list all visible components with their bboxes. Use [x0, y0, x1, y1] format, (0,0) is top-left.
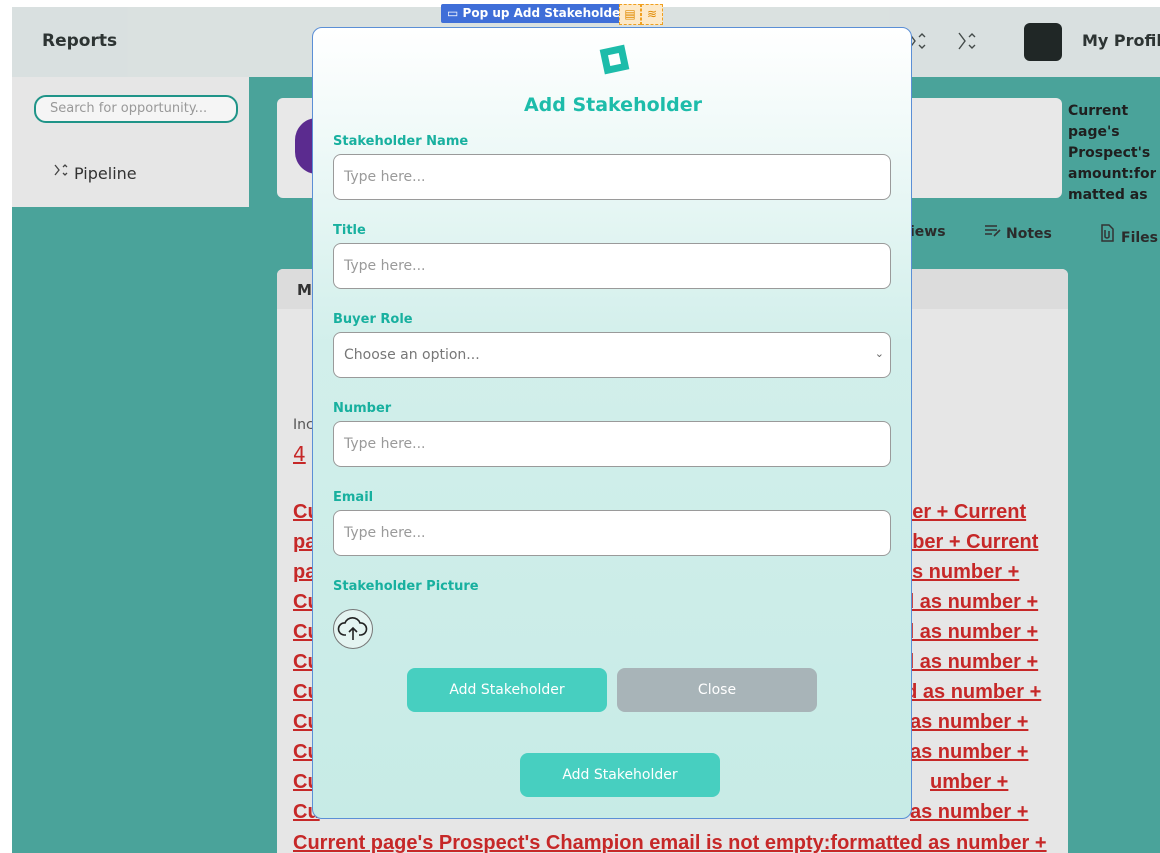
tab-reviews[interactable]: iews	[910, 224, 946, 240]
selection-label-text: Pop up Add Stakeholder...	[462, 6, 639, 20]
tab-notes[interactable]: Notes	[984, 224, 1052, 242]
sidebar: Search for opportunity... Pipeline	[12, 77, 249, 207]
notes-icon	[984, 224, 1006, 242]
panel-field-value[interactable]: 4	[293, 442, 306, 466]
tab-notes-label: Notes	[1006, 226, 1052, 242]
stakeholder-name-placeholder: Type here...	[344, 169, 426, 185]
stakeholder-name-input[interactable]: Type here...	[333, 154, 891, 200]
stakeholder-picture-label: Stakeholder Picture	[333, 579, 479, 594]
formula-line-right[interactable]: umber +	[930, 771, 1008, 794]
prospect-amount-note: Current page's Prospect's amount:for mat…	[1068, 103, 1156, 201]
pipeline-icon	[52, 161, 74, 183]
file-icon	[1099, 224, 1121, 246]
picture-upload-button[interactable]	[333, 609, 373, 649]
buyer-role-label: Buyer Role	[333, 312, 413, 327]
tab-files-label: Files	[1121, 230, 1158, 246]
panel-header-label: M	[297, 281, 312, 299]
add-stakeholder-modal: Add Stakeholder Stakeholder Name Type he…	[312, 27, 912, 819]
formula-line-right[interactable]: as number +	[910, 801, 1028, 824]
formula-line-right[interactable]: as number +	[910, 711, 1028, 734]
filter-icon[interactable]	[955, 29, 979, 53]
window-icon: ▭	[447, 6, 459, 20]
add-stakeholder-button[interactable]: Add Stakeholder	[407, 668, 607, 712]
title-input[interactable]: Type here...	[333, 243, 891, 289]
modal-title: Add Stakeholder	[523, 94, 703, 116]
cloud-upload-icon	[337, 617, 368, 640]
chevron-down-icon: ⌄	[874, 347, 884, 360]
number-input[interactable]: Type here...	[333, 421, 891, 467]
panel-field-label: Inc	[293, 417, 314, 433]
sidebar-item-pipeline[interactable]: Pipeline	[52, 161, 137, 183]
formula-line-right[interactable]: as number +	[910, 741, 1028, 764]
stakeholder-name-label: Stakeholder Name	[333, 134, 469, 149]
email-input[interactable]: Type here...	[333, 510, 891, 556]
number-placeholder: Type here...	[344, 436, 426, 452]
title-placeholder: Type here...	[344, 258, 426, 274]
buyer-role-value: Choose an option...	[344, 347, 480, 363]
email-label: Email	[333, 490, 374, 505]
buyer-role-select[interactable]: Choose an option... ⌄	[333, 332, 891, 378]
element-icon[interactable]: ▤	[619, 4, 641, 25]
logo-icon	[599, 44, 630, 75]
formula-line-right[interactable]: nber + Current	[900, 531, 1038, 554]
tab-files[interactable]: Files	[1099, 224, 1158, 246]
add-stakeholder-bottom-button[interactable]: Add Stakeholder	[520, 753, 720, 797]
formula-line-right[interactable]: d as number +	[902, 651, 1038, 674]
pipeline-label: Pipeline	[74, 164, 137, 183]
title-label: Title	[333, 223, 366, 238]
formula-line-right[interactable]: d as number +	[902, 591, 1038, 614]
selection-label: ▭ Pop up Add Stakeholder...	[441, 4, 645, 23]
my-profile-link[interactable]: My Profile	[1082, 31, 1160, 50]
email-placeholder: Type here...	[344, 525, 426, 541]
formula-line-bottom[interactable]: Current page's Prospect's Champion email…	[293, 832, 1047, 853]
profile-avatar[interactable]	[1024, 23, 1062, 61]
database-icon[interactable]: ≋	[641, 4, 663, 25]
tab-reviews-label: iews	[910, 224, 946, 240]
formula-line-right[interactable]: ed as number +	[894, 681, 1041, 704]
search-placeholder: Search for opportunity...	[50, 101, 208, 116]
reports-link[interactable]: Reports	[42, 31, 117, 51]
formula-line-right[interactable]: s number +	[912, 561, 1019, 584]
number-label: Number	[333, 401, 392, 416]
close-button[interactable]: Close	[617, 668, 817, 712]
opportunity-search-input[interactable]: Search for opportunity...	[34, 95, 238, 123]
formula-line-right[interactable]: d as number +	[902, 621, 1038, 644]
formula-line-right[interactable]: ber + Current	[900, 501, 1026, 524]
